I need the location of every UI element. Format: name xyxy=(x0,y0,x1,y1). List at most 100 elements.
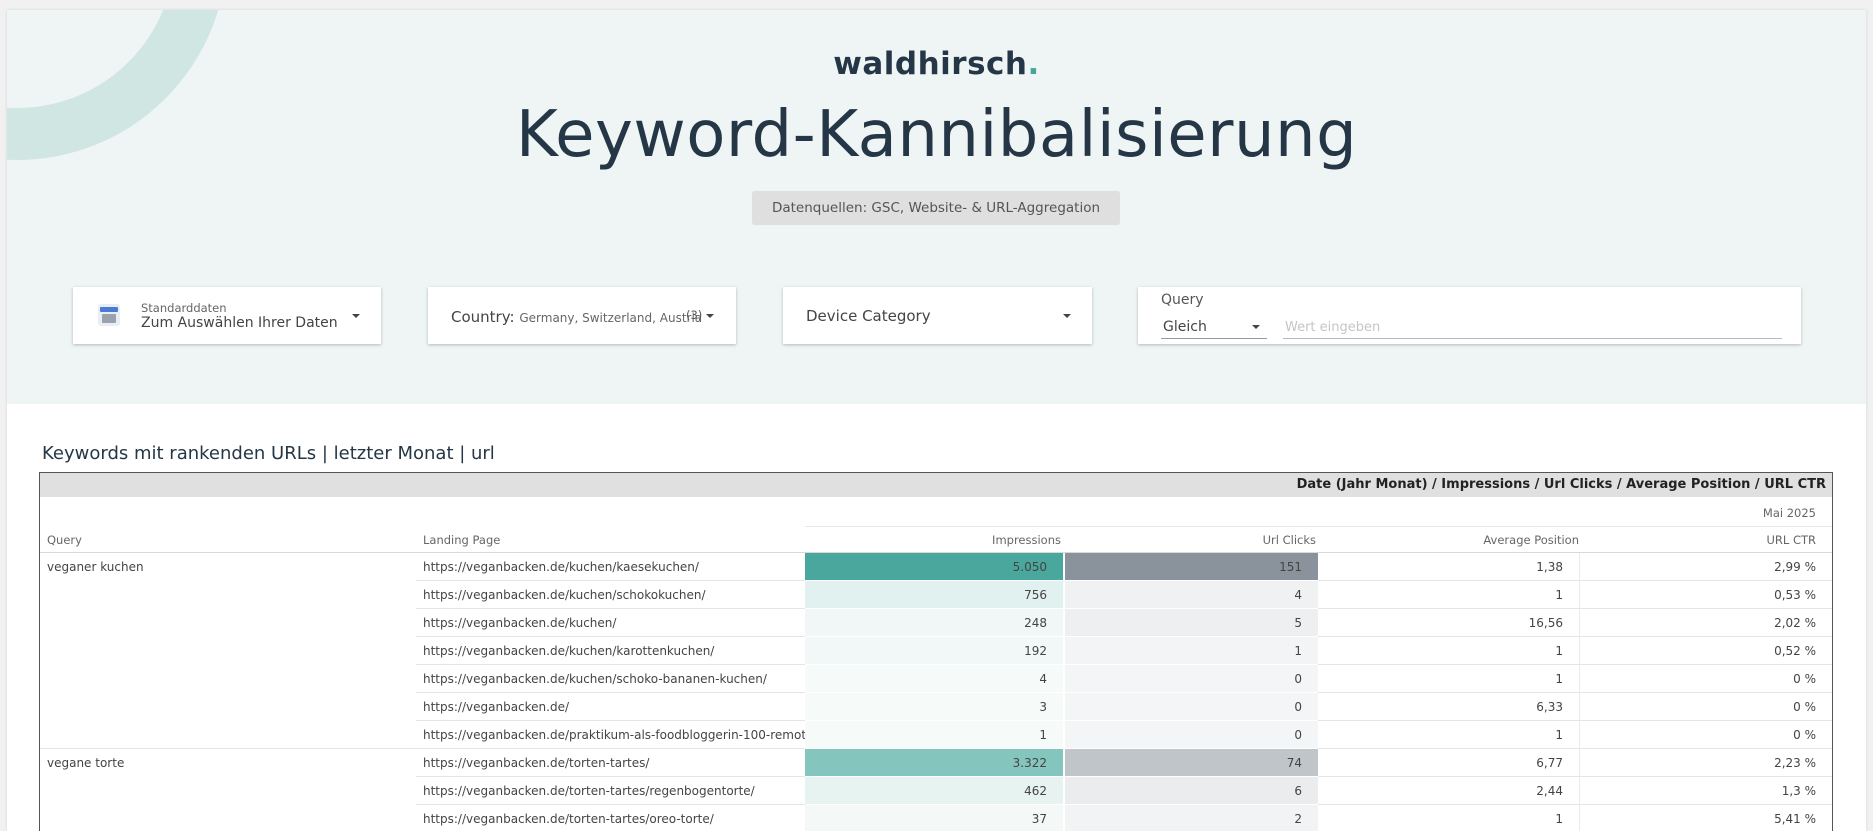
query-filter: Query Gleich Wert eingeben xyxy=(1138,287,1801,344)
column-header-ctr[interactable]: URL CTR xyxy=(1766,533,1816,547)
country-selected-count: (3) xyxy=(686,308,703,322)
chevron-down-icon xyxy=(1063,314,1071,318)
query-cell xyxy=(47,609,417,637)
clicks-cell: 5 xyxy=(1065,609,1318,637)
impressions-cell: 756 xyxy=(805,581,1063,609)
query-cell xyxy=(47,805,417,831)
ctr-cell: 0 % xyxy=(1580,693,1832,721)
ctr-cell: 2,99 % xyxy=(1580,553,1832,581)
position-cell: 6,33 xyxy=(1318,693,1580,721)
position-cell: 1 xyxy=(1318,665,1580,693)
country-filter-label: Country: Germany, Switzerland, Austria xyxy=(451,308,702,326)
query-cell xyxy=(47,665,417,693)
impressions-cell: 462 xyxy=(805,777,1063,805)
ctr-cell: 0 % xyxy=(1580,721,1832,749)
table-row[interactable]: https://veganbacken.de/3 0 6,33 0 % xyxy=(40,693,1832,721)
month-header: Mai 2025 xyxy=(1762,506,1816,520)
column-header-landing-page[interactable]: Landing Page xyxy=(423,533,500,547)
landing-page-cell: https://veganbacken.de/torten-tartes/reg… xyxy=(416,777,805,805)
country-selected-values: Germany, Switzerland, Austria xyxy=(519,311,703,325)
pivot-table: Date (Jahr Monat) / Impressions / Url Cl… xyxy=(39,472,1833,831)
device-category-label: Device Category xyxy=(806,307,931,325)
ctr-cell: 0 % xyxy=(1580,665,1832,693)
table-row[interactable]: vegane torte https://veganbacken.de/torte… xyxy=(40,748,1832,777)
table-row[interactable]: https://veganbacken.de/kuchen/karottenku… xyxy=(40,637,1832,665)
query-cell xyxy=(47,777,417,805)
clicks-cell: 0 xyxy=(1065,721,1318,749)
query-operator-select[interactable]: Gleich xyxy=(1161,316,1267,339)
landing-page-cell: https://veganbacken.de/kuchen/kaesekuche… xyxy=(416,553,805,581)
impressions-cell: 5.050 xyxy=(805,553,1063,581)
position-cell: 6,77 xyxy=(1318,749,1580,777)
logo-dot: . xyxy=(1027,46,1040,82)
table-row[interactable]: https://veganbacken.de/torten-tartes/ore… xyxy=(40,805,1832,831)
clicks-cell: 74 xyxy=(1065,749,1318,777)
column-header-query[interactable]: Query xyxy=(47,533,82,547)
group-divider xyxy=(40,748,416,749)
position-cell: 1,38 xyxy=(1318,553,1580,581)
table-row[interactable]: https://veganbacken.de/kuchen/248 5 16,56 2… xyxy=(40,609,1832,637)
position-cell: 2,44 xyxy=(1318,777,1580,805)
position-cell: 1 xyxy=(1318,581,1580,609)
chevron-down-icon xyxy=(706,314,714,318)
position-cell: 16,56 xyxy=(1318,609,1580,637)
table-row[interactable]: https://veganbacken.de/torten-tartes/reg… xyxy=(40,777,1832,805)
pivot-header-text: Date (Jahr Monat) / Impressions / Url Cl… xyxy=(1296,477,1826,492)
query-cell xyxy=(47,637,417,665)
query-cell xyxy=(47,693,417,721)
page-title: Keyword-Kannibalisierung xyxy=(515,98,1358,172)
clicks-cell: 2 xyxy=(1065,805,1318,831)
column-header-clicks[interactable]: Url Clicks xyxy=(1263,533,1316,547)
chevron-down-icon xyxy=(352,314,360,318)
query-filter-label: Query xyxy=(1161,292,1204,308)
table-row[interactable]: https://veganbacken.de/kuchen/schokokuch… xyxy=(40,581,1832,609)
date-range-control[interactable]: Standarddaten Zum Auswählen Ihrer Daten … xyxy=(73,287,381,344)
report-page: waldhirsch. Keyword-Kannibalisierung Dat… xyxy=(7,10,1866,831)
header-band: waldhirsch. Keyword-Kannibalisierung Dat… xyxy=(7,10,1866,404)
query-value-input[interactable]: Wert eingeben xyxy=(1283,316,1782,339)
country-label-text: Country: xyxy=(451,308,515,326)
table-title: Keywords mit rankenden URLs | letzter Mo… xyxy=(42,443,495,464)
clicks-cell: 1 xyxy=(1065,637,1318,665)
logo-text: waldhirsch xyxy=(833,46,1028,82)
position-cell: 1 xyxy=(1318,637,1580,665)
ctr-cell: 2,23 % xyxy=(1580,749,1832,777)
impressions-cell: 37 xyxy=(805,805,1063,831)
clicks-cell: 0 xyxy=(1065,665,1318,693)
pivot-header: Date (Jahr Monat) / Impressions / Url Cl… xyxy=(40,473,1832,497)
impressions-cell: 1 xyxy=(805,721,1063,749)
table-row[interactable]: https://veganbacken.de/praktikum-als-foo… xyxy=(40,721,1832,749)
landing-page-cell: https://veganbacken.de/kuchen/ xyxy=(416,609,805,637)
query-value-placeholder: Wert eingeben xyxy=(1285,320,1381,335)
landing-page-cell: https://veganbacken.de/kuchen/schoko-ban… xyxy=(416,665,805,693)
ctr-cell: 0,53 % xyxy=(1580,581,1832,609)
position-cell: 1 xyxy=(1318,805,1580,831)
landing-page-cell: https://veganbacken.de/kuchen/schokokuch… xyxy=(416,581,805,609)
landing-page-cell: https://veganbacken.de/praktikum-als-foo… xyxy=(416,721,817,749)
ctr-cell: 1,3 % xyxy=(1580,777,1832,805)
query-operator-value: Gleich xyxy=(1163,319,1207,335)
table-row[interactable]: veganer kuchen https://veganbacken.de/kuc… xyxy=(40,553,1832,581)
landing-page-cell: https://veganbacken.de/ xyxy=(416,693,805,721)
column-header-impressions[interactable]: Impressions xyxy=(992,533,1061,547)
date-range-value: Zum Auswählen Ihrer Daten klicken xyxy=(141,315,337,331)
impressions-cell: 3 xyxy=(805,693,1063,721)
clicks-cell: 151 xyxy=(1065,553,1318,581)
impressions-cell: 248 xyxy=(805,609,1063,637)
landing-page-cell: https://veganbacken.de/torten-tartes/ xyxy=(416,749,805,777)
country-filter[interactable]: Country: Germany, Switzerland, Austria (… xyxy=(428,287,736,344)
query-cell xyxy=(47,581,417,609)
header-divider xyxy=(805,526,1832,527)
impressions-cell: 4 xyxy=(805,665,1063,693)
table-row[interactable]: https://veganbacken.de/kuchen/schoko-ban… xyxy=(40,665,1832,693)
impressions-cell: 192 xyxy=(805,637,1063,665)
calendar-icon xyxy=(98,304,120,326)
brand-logo: waldhirsch. xyxy=(7,46,1866,82)
column-header-position[interactable]: Average Position xyxy=(1483,533,1579,547)
device-category-filter[interactable]: Device Category xyxy=(783,287,1092,344)
landing-page-cell: https://veganbacken.de/torten-tartes/ore… xyxy=(416,805,805,831)
date-range-label: Standarddaten xyxy=(141,301,227,315)
query-cell: veganer kuchen xyxy=(47,560,144,574)
clicks-cell: 6 xyxy=(1065,777,1318,805)
landing-page-cell: https://veganbacken.de/kuchen/karottenku… xyxy=(416,637,805,665)
